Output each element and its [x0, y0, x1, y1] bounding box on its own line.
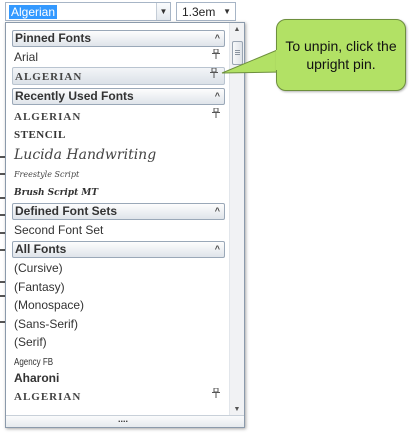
font-item-label: Brush Script MT — [14, 188, 99, 198]
section-header-label: All Fonts — [15, 242, 67, 256]
font-item-lucida-handwriting[interactable]: Lucida Handwriting — [14, 145, 226, 165]
font-item-second-font-set[interactable]: Second Font Set — [14, 221, 226, 239]
font-item-sans-serif[interactable]: (Sans-Serif) — [14, 315, 226, 333]
font-item-label: (Sans-Serif) — [14, 317, 79, 331]
font-item-label: Freestyle Script — [14, 170, 80, 179]
chevron-up-icon[interactable]: ^ — [215, 204, 220, 219]
gripper-icon — [235, 54, 240, 55]
font-item-label: (Serif) — [14, 335, 47, 349]
font-item-label: Lucida Handwriting — [14, 147, 157, 163]
section-header-pinned-fonts[interactable]: Pinned Fonts ^ — [12, 30, 225, 47]
font-item-algerian-recent[interactable]: ALGERIAN — [14, 107, 226, 125]
font-item-fantasy[interactable]: (Fantasy) — [14, 278, 226, 296]
chevron-up-icon[interactable]: ^ — [215, 89, 220, 104]
font-item-aharoni[interactable]: Aharoni — [14, 369, 226, 387]
chevron-up-icon[interactable]: ^ — [215, 31, 220, 46]
section-header-recently-used-fonts[interactable]: Recently Used Fonts ^ — [12, 88, 225, 105]
font-size-value[interactable]: 1.3em — [182, 5, 215, 19]
section-header-label: Pinned Fonts — [15, 31, 91, 45]
pin-icon[interactable] — [212, 48, 220, 66]
font-item-label: ALGERIAN — [15, 71, 83, 83]
section-header-defined-font-sets[interactable]: Defined Font Sets ^ — [12, 203, 225, 220]
pin-icon[interactable] — [212, 107, 220, 125]
font-item-algerian-pinned[interactable]: ALGERIAN — [12, 67, 225, 85]
font-item-algerian-all[interactable]: ALGERIAN — [14, 387, 226, 405]
font-list: Pinned Fonts ^ Arial ALGERIAN Recently U… — [6, 23, 230, 416]
font-item-agency-fb[interactable]: Agency FB — [14, 352, 226, 370]
font-item-label: (Cursive) — [14, 261, 63, 275]
section-header-label: Defined Font Sets — [15, 204, 118, 218]
font-family-value[interactable]: Algerian — [9, 5, 58, 19]
resize-footer[interactable]: .... — [6, 415, 244, 427]
font-item-label: (Fantasy) — [14, 280, 65, 294]
font-item-arial[interactable]: Arial — [14, 48, 226, 66]
font-family-combobox[interactable]: Algerian ▼ — [5, 2, 171, 21]
chevron-up-icon[interactable]: ^ — [215, 242, 220, 257]
font-size-combobox[interactable]: 1.3em ▼ — [176, 2, 236, 21]
font-item-label: (Monospace) — [14, 298, 85, 312]
scrollbar-thumb[interactable] — [232, 41, 243, 65]
font-item-stencil[interactable]: STENCIL — [14, 125, 226, 143]
scroll-down-icon[interactable]: ▼ — [230, 406, 244, 413]
font-item-label: Arial — [14, 50, 39, 64]
font-item-freestyle-script[interactable]: Freestyle Script — [14, 164, 226, 182]
font-dropdown-button[interactable]: ▼ — [156, 3, 170, 20]
vertical-scrollbar[interactable]: ▲ ▼ — [229, 23, 244, 416]
callout-tooltip: To unpin, click the upright pin. — [276, 19, 406, 91]
gripper-icon — [235, 50, 240, 51]
pin-icon[interactable] — [212, 387, 220, 405]
font-item-label: Second Font Set — [14, 223, 104, 237]
font-item-monospace[interactable]: (Monospace) — [14, 296, 226, 314]
section-header-all-fonts[interactable]: All Fonts ^ — [12, 241, 225, 258]
font-item-serif[interactable]: (Serif) — [14, 333, 226, 351]
pin-icon[interactable] — [210, 67, 218, 84]
gripper-icon — [235, 52, 240, 53]
section-header-label: Recently Used Fonts — [15, 89, 134, 103]
scroll-up-icon[interactable]: ▲ — [230, 26, 244, 33]
font-item-label: ALGERIAN — [14, 111, 82, 123]
callout-text: To unpin, click the upright pin. — [285, 38, 397, 72]
font-item-cursive[interactable]: (Cursive) — [14, 259, 226, 277]
font-dropdown-panel: Pinned Fonts ^ Arial ALGERIAN Recently U… — [5, 22, 245, 428]
dropdown-arrow-icon[interactable]: ▼ — [223, 5, 231, 19]
font-item-label: ALGERIAN — [14, 391, 82, 403]
font-item-brush-script-mt[interactable]: Brush Script MT — [14, 182, 226, 200]
dropdown-arrow-icon: ▼ — [159, 7, 168, 16]
font-item-label: STENCIL — [14, 129, 66, 141]
gripper-icon[interactable]: .... — [118, 415, 128, 424]
font-item-label: Aharoni — [14, 371, 60, 385]
